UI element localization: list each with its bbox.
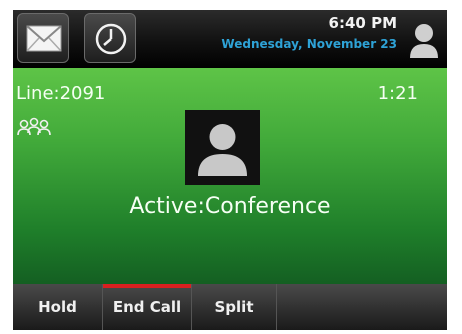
- contact-avatar: [185, 110, 260, 185]
- clock-icon: [95, 23, 127, 55]
- contact-avatar-icon: [198, 124, 247, 176]
- clock-time: 6:40 PM: [328, 14, 397, 32]
- softkey-bar: Hold End Call Split: [13, 284, 447, 330]
- call-history-button[interactable]: [84, 13, 136, 63]
- line-label: Line:2091: [16, 83, 106, 104]
- clock-date: Wednesday, November 23: [221, 37, 397, 51]
- end-call-button[interactable]: End Call: [103, 284, 192, 330]
- end-call-accent-bar: [103, 284, 191, 288]
- hold-button[interactable]: Hold: [13, 284, 103, 330]
- phone-frame: 6:40 PM Wednesday, November 23 Line:2091…: [0, 0, 462, 334]
- end-call-button-label: End Call: [112, 298, 182, 316]
- phone-screen: 6:40 PM Wednesday, November 23 Line:2091…: [13, 10, 447, 330]
- status-bar: 6:40 PM Wednesday, November 23: [13, 10, 447, 68]
- user-profile-button[interactable]: [406, 16, 442, 62]
- conference-icon: [17, 117, 51, 136]
- call-state-text: Active:Conference: [129, 194, 331, 219]
- envelope-icon: [26, 25, 62, 52]
- hold-button-label: Hold: [38, 298, 77, 316]
- active-call-panel: Line:2091 1:21 Active:Conference: [13, 68, 447, 284]
- call-duration: 1:21: [377, 83, 418, 104]
- split-button[interactable]: Split: [192, 284, 277, 330]
- user-icon: [410, 24, 438, 58]
- empty-softkey: [277, 284, 447, 330]
- split-button-label: Split: [214, 298, 254, 316]
- messages-button[interactable]: [17, 13, 69, 63]
